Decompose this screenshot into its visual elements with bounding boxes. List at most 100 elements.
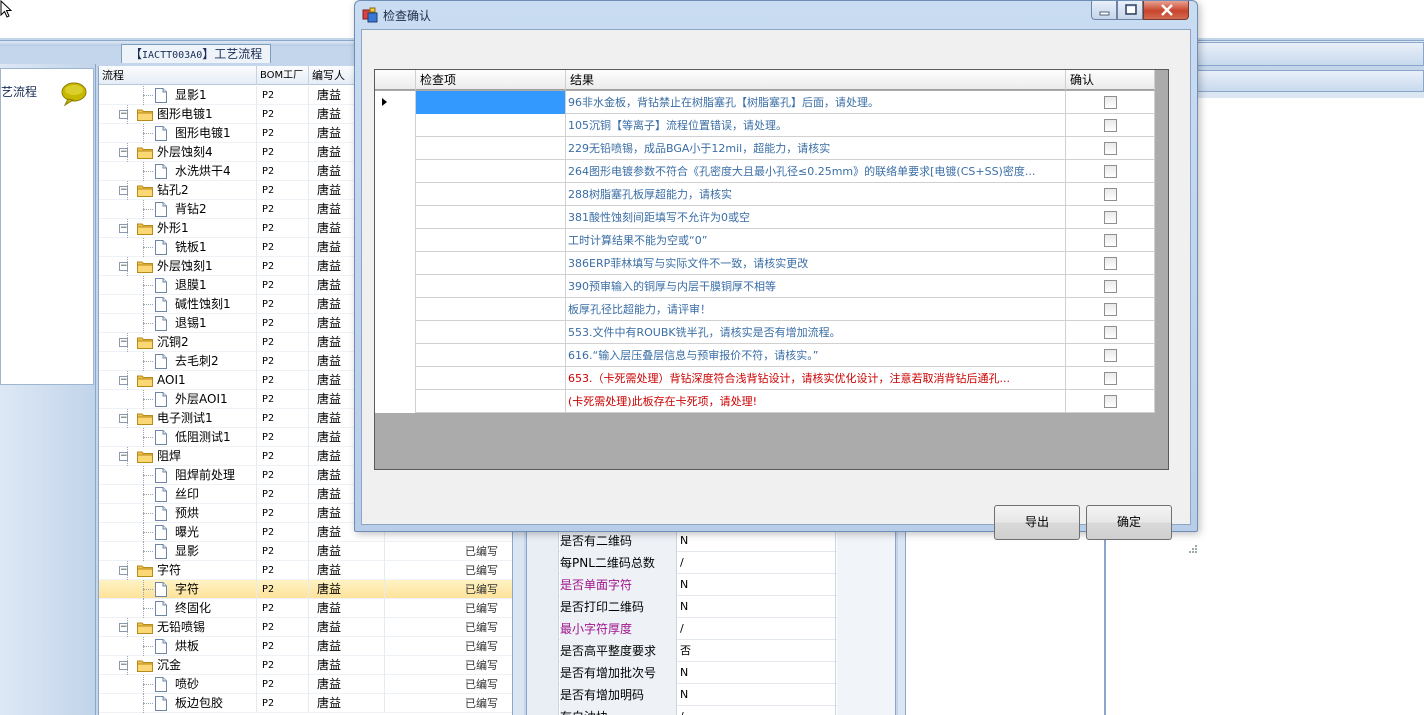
confirm-cell[interactable] [1066,183,1155,206]
collapse-toggle-icon[interactable]: − [119,262,128,271]
collapse-toggle-icon[interactable]: − [119,623,128,632]
check-row[interactable]: 105沉铜【等离子】流程位置错误，请处理。 [375,114,1155,137]
speech-bubble-icon[interactable] [59,81,89,107]
splitter[interactable] [512,530,524,715]
property-row[interactable]: 是否高平整度要求否 [527,640,895,662]
row-header[interactable] [375,137,416,160]
export-button[interactable]: 导出 [994,505,1080,540]
tree-node[interactable]: 终固化 [99,599,257,618]
collapse-toggle-icon[interactable]: − [119,224,128,233]
property-value[interactable]: N [678,530,836,552]
tree-node[interactable]: 丝印 [99,485,257,504]
check-row[interactable]: 96非水金板，背钻禁止在树脂塞孔【树脂塞孔】后面，请处理。 [375,91,1155,114]
tree-row[interactable]: 板边包胶 P2 唐益 已编写 [99,694,512,713]
confirm-cell[interactable] [1066,252,1155,275]
tree-row[interactable]: 烘板 P2 唐益 已编写 [99,637,512,656]
collapse-toggle-icon[interactable]: − [119,414,128,423]
process-flow-tab[interactable]: 【IACTT003A0】工艺流程 [121,44,272,63]
tree-node[interactable]: 水洗烘干4 [99,162,257,181]
row-header[interactable] [375,252,416,275]
result-cell[interactable]: 653.（卡死需处理）背钻深度符合浅背钻设计，请核实优化设计，注意若取消背钻后通… [566,367,1066,390]
collapse-toggle-icon[interactable]: − [119,452,128,461]
result-cell[interactable]: 工时计算结果不能为空或“0” [566,229,1066,252]
close-button[interactable] [1143,1,1189,20]
check-item-cell[interactable] [416,390,566,413]
property-value[interactable]: N [678,596,836,618]
result-cell[interactable]: 616.“输入层压叠层信息与预审报价不符，请核实。” [566,344,1066,367]
check-row[interactable]: 工时计算结果不能为空或“0” [375,229,1155,252]
check-item-cell[interactable] [416,367,566,390]
result-cell[interactable]: 288树脂塞孔板厚超能力，请核实 [566,183,1066,206]
result-cell[interactable]: 96非水金板，背钻禁止在树脂塞孔【树脂塞孔】后面，请处理。 [566,91,1066,114]
collapse-toggle-icon[interactable]: − [119,661,128,670]
property-row[interactable]: 每PNL二维码总数 / [527,552,895,574]
property-row[interactable]: 是否单面字符 N [527,574,895,596]
minimize-button[interactable] [1091,1,1117,20]
confirm-cell[interactable] [1066,390,1155,413]
row-header[interactable] [375,344,416,367]
tree-node[interactable]: − 沉铜2 [99,333,257,352]
property-value[interactable]: 否 [678,640,836,662]
check-item-cell[interactable] [416,91,566,114]
check-row[interactable]: 381酸性蚀刻间距填写不允许为0或空 [375,206,1155,229]
property-value[interactable]: / [678,706,836,715]
confirm-cell[interactable] [1066,344,1155,367]
collapse-toggle-icon[interactable]: − [119,186,128,195]
column-header-confirm[interactable]: 确认 [1066,70,1155,90]
result-cell[interactable]: 390预审输入的铜厚与内层干膜铜厚不相等 [566,275,1066,298]
check-item-cell[interactable] [416,252,566,275]
confirm-checkbox[interactable] [1104,188,1117,201]
check-item-cell[interactable] [416,298,566,321]
tree-node[interactable]: 背钻2 [99,200,257,219]
tree-node[interactable]: 喷砂 [99,675,257,694]
column-header-check-item[interactable]: 检查项 [416,70,566,90]
row-header[interactable] [375,275,416,298]
tree-row[interactable]: 显影 P2 唐益 已编写 [99,542,512,561]
result-cell[interactable]: 板厚孔径比超能力，请评审！ [566,298,1066,321]
confirm-checkbox[interactable] [1104,326,1117,339]
result-cell[interactable]: (卡死需处理)此板存在卡死项，请处理! [566,390,1066,413]
tree-node[interactable]: 显影1 [99,86,257,105]
collapse-toggle-icon[interactable]: − [119,376,128,385]
property-row[interactable]: 是否有增加明码 N [527,684,895,706]
tree-row[interactable]: 终固化 P2 唐益 已编写 [99,599,512,618]
result-cell[interactable]: 264图形电镀参数不符合《孔密度大且最小孔径≤0.25mm》的联络单要求[电镀(… [566,160,1066,183]
tree-node[interactable]: 图形电镀1 [99,124,257,143]
row-header[interactable] [375,183,416,206]
tree-node[interactable]: − 外形1 [99,219,257,238]
confirm-checkbox[interactable] [1104,119,1117,132]
tree-node[interactable]: − 外层蚀刻1 [99,257,257,276]
check-row[interactable]: 264图形电镀参数不符合《孔密度大且最小孔径≤0.25mm》的联络单要求[电镀(… [375,160,1155,183]
tree-node[interactable]: 阻焊前处理 [99,466,257,485]
tree-row[interactable]: 字符 P2 唐益 已编写 [99,580,512,599]
confirm-cell[interactable] [1066,367,1155,390]
property-value[interactable]: N [678,684,836,706]
tree-row[interactable]: − 字符 P2 唐益 已编写 [99,561,512,580]
tree-node[interactable]: − 阻焊 [99,447,257,466]
confirm-checkbox[interactable] [1104,257,1117,270]
tree-row[interactable]: − 沉金 P2 唐益 已编写 [99,656,512,675]
confirm-checkbox[interactable] [1104,165,1117,178]
tree-node[interactable]: − 无铅喷锡 [99,618,257,637]
property-value[interactable]: N [678,574,836,596]
property-value[interactable]: N [678,662,836,684]
confirm-checkbox[interactable] [1104,211,1117,224]
property-row[interactable]: 有白油块/ [527,706,895,715]
result-cell[interactable]: 105沉铜【等离子】流程位置错误，请处理。 [566,114,1066,137]
check-row[interactable]: 553.文件中有ROUBK铣半孔，请核实是否有增加流程。 [375,321,1155,344]
confirm-cell[interactable] [1066,91,1155,114]
confirm-checkbox[interactable] [1104,234,1117,247]
row-header[interactable] [375,91,416,114]
tree-node[interactable]: 曝光 [99,523,257,542]
confirm-checkbox[interactable] [1104,395,1117,408]
confirm-cell[interactable] [1066,160,1155,183]
row-header[interactable] [375,229,416,252]
check-row[interactable]: 288树脂塞孔板厚超能力，请核实 [375,183,1155,206]
result-cell[interactable]: 229无铅喷锡，成品BGA小于12mil，超能力，请核实 [566,137,1066,160]
tree-node[interactable]: − 钻孔2 [99,181,257,200]
confirm-checkbox[interactable] [1104,372,1117,385]
check-item-cell[interactable] [416,183,566,206]
column-header-flow[interactable]: 流程 [99,66,257,85]
check-item-cell[interactable] [416,229,566,252]
confirm-cell[interactable] [1066,206,1155,229]
